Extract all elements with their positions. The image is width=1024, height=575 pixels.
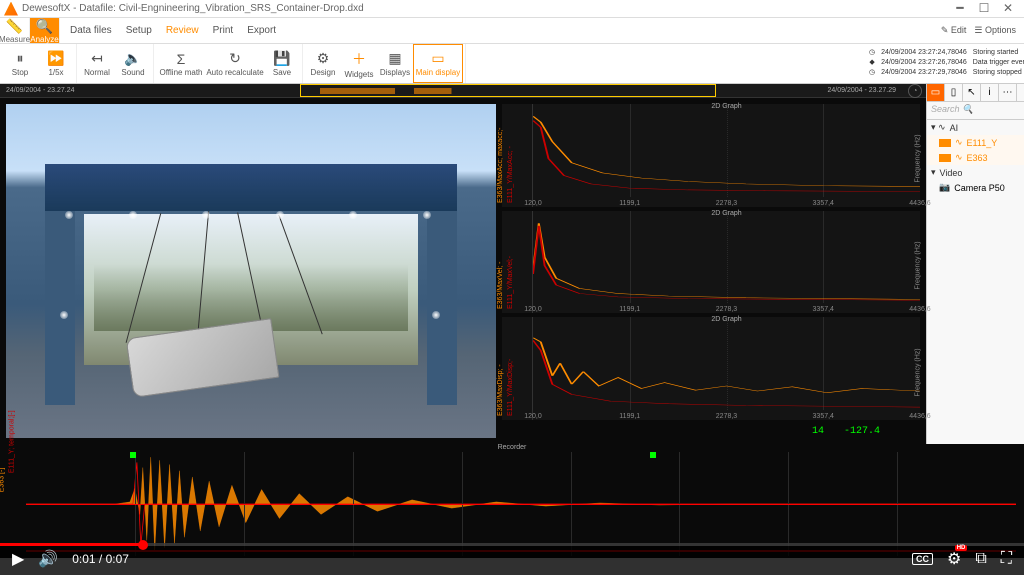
miniplayer-button[interactable]: ⧉	[975, 550, 986, 568]
readout-values: 14 -127.4	[502, 424, 920, 438]
progress-bar[interactable]	[0, 543, 1024, 546]
camera-item[interactable]: 📷 Camera P50	[927, 180, 1024, 195]
auto-recalc-button[interactable]: ↻Auto recalculate	[206, 44, 264, 83]
trigger-icon: ◆	[867, 58, 877, 66]
channel-item[interactable]: ∿ E111_Y	[927, 135, 1024, 150]
stop-button[interactable]: ⏸Stop	[2, 44, 38, 83]
tab-print[interactable]: Print	[213, 25, 234, 36]
tab-setup[interactable]: Setup	[126, 25, 152, 36]
displays-button[interactable]: ▦Displays	[377, 44, 413, 83]
y-axis-label: E363/MaxAcc; maxacc;-	[497, 127, 504, 202]
marker-end[interactable]	[650, 452, 656, 458]
displays-icon: ▦	[388, 50, 401, 67]
maximize-button[interactable]: ☐	[972, 1, 996, 17]
normal-button[interactable]: ↤Normal	[79, 44, 115, 83]
tab-export[interactable]: Export	[247, 25, 276, 36]
sound-button[interactable]: 🔈Sound	[115, 44, 151, 83]
clock-icon: ◷	[867, 48, 877, 56]
save-button[interactable]: 💾Save	[264, 44, 300, 83]
graph-1[interactable]: E363/MaxAcc; maxacc;-E111_Y/MaxAcc; - 2D…	[502, 104, 920, 207]
marker-start[interactable]	[130, 452, 136, 458]
magnifier-icon: 🔍	[36, 18, 53, 35]
screen-icon: ▭	[431, 50, 444, 67]
window-title: DewesoftX - Datafile: Civil-Engnineering…	[22, 3, 948, 14]
sidebar-tab-4[interactable]: i	[981, 84, 999, 101]
video-player-bar: ▶ 🔊 0:01 / 0:07 CC ⚙HD ⧉ ⛶	[0, 543, 1024, 575]
channel-item[interactable]: ∿ E363	[927, 150, 1024, 165]
pause-icon: ⏸	[17, 50, 24, 67]
save-icon: 💾	[273, 50, 290, 67]
analyze-mode-button[interactable]: 🔍 Analyze	[30, 18, 60, 43]
volume-button[interactable]: 🔊	[38, 549, 58, 569]
graph-3[interactable]: E363/MaxDisp; -E111_Y/MaxDisp;- 2D Graph…	[502, 317, 920, 420]
value-1: 14	[812, 426, 824, 437]
play-button[interactable]: ▶	[12, 549, 24, 569]
sidebar-tab-5[interactable]: ⋯	[999, 84, 1017, 101]
ai-group-header[interactable]: ▾ ∿ AI	[927, 120, 1024, 135]
gear-icon: ⚙	[317, 50, 330, 67]
offline-math-button[interactable]: ΣOffline math	[156, 44, 206, 83]
measure-mode-button[interactable]: 📏 Measure	[0, 18, 30, 43]
event-row: ◷24/09/2004 23:27:29,78046Storing stoppe…	[867, 68, 1024, 76]
close-button[interactable]: ✕	[996, 1, 1020, 17]
clock-icon: ◷	[867, 68, 877, 76]
value-2: -127.4	[844, 426, 880, 437]
cc-button[interactable]: CC	[912, 553, 933, 565]
overview-start-time: 24/09/2004 - 23.27.24	[6, 87, 75, 94]
search-input[interactable]: Search 🔍	[927, 102, 1024, 120]
graph-2[interactable]: E363/MaxVel; -E111_Y/MaxVel;- 2D Graph 1…	[502, 211, 920, 314]
titlebar: DewesoftX - Datafile: Civil-Engnineering…	[0, 0, 1024, 18]
event-row: ◷24/09/2004 23:27:24,78046Storing starte…	[867, 48, 1024, 56]
sidebar-tab-3[interactable]: ↖	[963, 84, 981, 101]
event-log: ◷24/09/2004 23:27:24,78046Storing starte…	[865, 46, 1020, 78]
ruler-icon: 📏	[6, 18, 23, 35]
timeline-overview[interactable]: 24/09/2004 - 23.27.24 24/09/2004 - 23.27…	[0, 84, 926, 98]
sidebar-tab-1[interactable]: ▭	[927, 84, 945, 101]
main-display-button[interactable]: ▭Main display	[413, 44, 463, 83]
x-axis-label: Frequency (Hz)	[915, 135, 922, 183]
refresh-icon: ↻	[229, 50, 241, 67]
menu-tab-row: 📏 Measure 🔍 Analyze Data files Setup Rev…	[0, 18, 1024, 44]
sigma-icon: Σ	[177, 51, 186, 67]
event-row: ◆24/09/2004 23:27:26,78046Data trigger e…	[867, 58, 1024, 66]
widgets-button[interactable]: ＋Widgets	[341, 44, 377, 83]
options-link[interactable]: ☰ Options	[974, 25, 1016, 36]
toolbar: ⏸Stop ⏩1/5x ↤Normal 🔈Sound ΣOffline math…	[0, 44, 1024, 84]
tab-data-files[interactable]: Data files	[70, 25, 112, 36]
overview-selection[interactable]	[300, 84, 716, 97]
video-group-header[interactable]: ▾ Video	[927, 165, 1024, 180]
video-display[interactable]	[6, 104, 496, 438]
recorder-timeline[interactable]: Recorder E363 [-] E111_Y; temporal;[-]	[0, 444, 1024, 558]
app-logo-icon	[4, 2, 18, 16]
minimize-button[interactable]: ━	[948, 1, 972, 17]
sidebar-tab-2[interactable]: ▯	[945, 84, 963, 101]
speed-button[interactable]: ⏩1/5x	[38, 44, 74, 83]
fullscreen-button[interactable]: ⛶	[1001, 550, 1012, 568]
channel-sidebar: ▭ ▯ ↖ i ⋯ Search 🔍 ▾ ∿ AI ∿ E111_Y ∿ E36…	[926, 84, 1024, 444]
clock-icon[interactable]: ◔	[908, 84, 922, 98]
design-button[interactable]: ⚙Design	[305, 44, 341, 83]
speaker-icon: 🔈	[124, 50, 141, 67]
time-display: 0:01 / 0:07	[72, 552, 129, 566]
edit-link[interactable]: ✎ Edit	[941, 25, 967, 36]
settings-button[interactable]: ⚙HD	[947, 549, 961, 569]
arrow-icon: ↤	[91, 50, 103, 67]
center-line	[26, 504, 1016, 505]
tab-review[interactable]: Review	[166, 25, 199, 36]
plus-icon: ＋	[352, 49, 366, 69]
overview-end-time: 24/09/2004 - 23.27.29	[827, 87, 896, 94]
fastforward-icon: ⏩	[47, 50, 64, 67]
